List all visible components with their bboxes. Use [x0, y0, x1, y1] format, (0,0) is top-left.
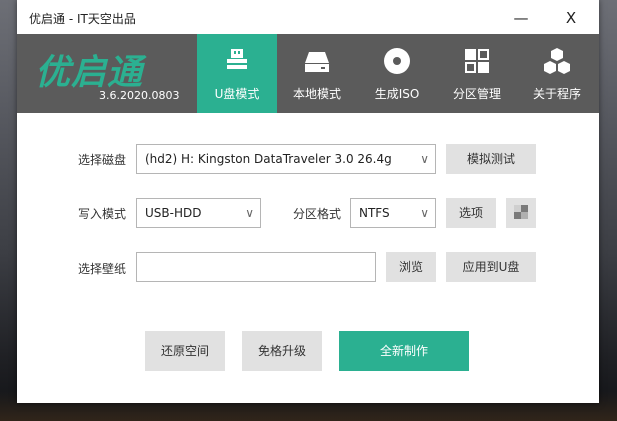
partition-format-label: 分区格式 [293, 207, 342, 221]
tab-label: U盘模式 [214, 87, 260, 101]
tab-label: 关于程序 [532, 87, 581, 101]
checker-icon [514, 205, 528, 219]
tab-usb-mode[interactable]: U盘模式 [197, 34, 277, 113]
tab-label: 生成ISO [374, 87, 420, 101]
tab-about[interactable]: 关于程序 [517, 34, 597, 113]
new-creation-button[interactable]: 全新制作 [339, 331, 469, 371]
disk-select[interactable]: (hd2) H: Kingston DataTraveler 3.0 26.4g… [136, 144, 436, 174]
app-logo: 优启通 [35, 53, 144, 93]
header-bar: 优启通 3.6.2020.0803 U盘模式 本地模式 生成ISO 分区管理 关… [17, 34, 599, 113]
version-label: 3.6.2020.0803 [99, 89, 180, 102]
usb-drive-icon [227, 49, 247, 69]
tab-label: 分区管理 [452, 87, 501, 101]
apply-to-usb-button[interactable]: 应用到U盘 [446, 252, 536, 282]
usb-mode-panel: 选择磁盘 (hd2) H: Kingston DataTraveler 3.0 … [17, 113, 599, 403]
write-mode-select[interactable]: USB-HDD ∨ [136, 198, 261, 228]
tab-partition-manager[interactable]: 分区管理 [437, 34, 517, 113]
disk-select-value: (hd2) H: Kingston DataTraveler 3.0 26.4g [145, 152, 392, 166]
disc-icon [384, 48, 410, 74]
chevron-down-icon: ∨ [420, 152, 429, 166]
tab-create-iso[interactable]: 生成ISO [357, 34, 437, 113]
simulate-test-button[interactable]: 模拟测试 [446, 144, 536, 174]
restore-space-button[interactable]: 还原空间 [145, 331, 225, 371]
write-mode-value: USB-HDD [145, 206, 202, 220]
extra-settings-button[interactable] [506, 198, 536, 228]
partition-format-select[interactable]: NTFS ∨ [350, 198, 436, 228]
disk-label: 选择磁盘 [78, 153, 127, 167]
write-mode-label: 写入模式 [78, 207, 127, 221]
close-button[interactable]: X [551, 4, 591, 32]
title-bar[interactable]: 优启通 - IT天空出品 — X [17, 0, 599, 34]
partition-grid-icon [465, 49, 489, 73]
wallpaper-input[interactable] [136, 252, 376, 282]
hard-disk-icon [305, 52, 329, 72]
window-title: 优启通 - IT天空出品 [29, 12, 136, 26]
chevron-down-icon: ∨ [245, 206, 254, 220]
options-button[interactable]: 选项 [446, 198, 496, 228]
chevron-down-icon: ∨ [420, 206, 429, 220]
minimize-button[interactable]: — [501, 4, 541, 32]
wallpaper-label: 选择壁纸 [78, 262, 127, 276]
partition-format-value: NTFS [359, 206, 390, 220]
cubes-icon [544, 48, 570, 74]
tab-local-mode[interactable]: 本地模式 [277, 34, 357, 113]
browse-button[interactable]: 浏览 [386, 252, 436, 282]
app-window: 优启通 - IT天空出品 — X 优启通 3.6.2020.0803 U盘模式 … [17, 0, 599, 403]
tab-label: 本地模式 [292, 87, 341, 101]
upgrade-no-format-button[interactable]: 免格升级 [242, 331, 322, 371]
